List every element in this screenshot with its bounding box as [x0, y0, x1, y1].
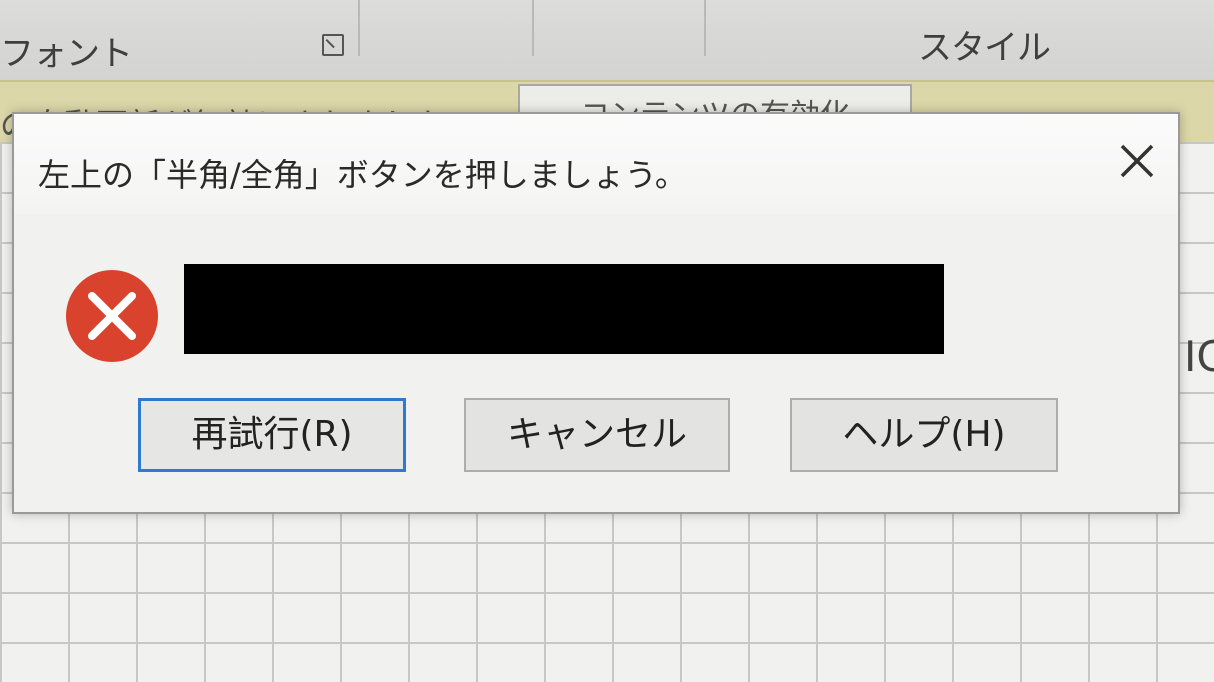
error-icon: [66, 270, 158, 362]
close-button[interactable]: [1114, 138, 1160, 184]
retry-button[interactable]: 再試行(R): [138, 398, 406, 472]
error-dialog: 左上の「半角/全角」ボタンを押しましょう。 再試行(R) キャンセル ヘルプ(H…: [12, 112, 1180, 514]
dialog-message-redacted: [184, 264, 944, 354]
dialog-titlebar[interactable]: 左上の「半角/全角」ボタンを押しましょう。: [14, 114, 1178, 214]
ribbon-divider: [358, 0, 360, 56]
cell-text-fragment: IC: [1184, 332, 1214, 381]
ribbon: フォント スタイル: [0, 0, 1214, 80]
dialog-title: 左上の「半角/全角」ボタンを押しましょう。: [38, 156, 687, 194]
cancel-button[interactable]: キャンセル: [464, 398, 730, 472]
font-group-label: フォント: [0, 34, 133, 74]
style-group-label: スタイル: [918, 28, 1051, 68]
ribbon-divider: [532, 0, 534, 56]
dialog-launcher-icon[interactable]: [322, 34, 344, 56]
close-icon: [1120, 144, 1154, 178]
help-button[interactable]: ヘルプ(H): [790, 398, 1058, 472]
ribbon-divider: [704, 0, 706, 56]
